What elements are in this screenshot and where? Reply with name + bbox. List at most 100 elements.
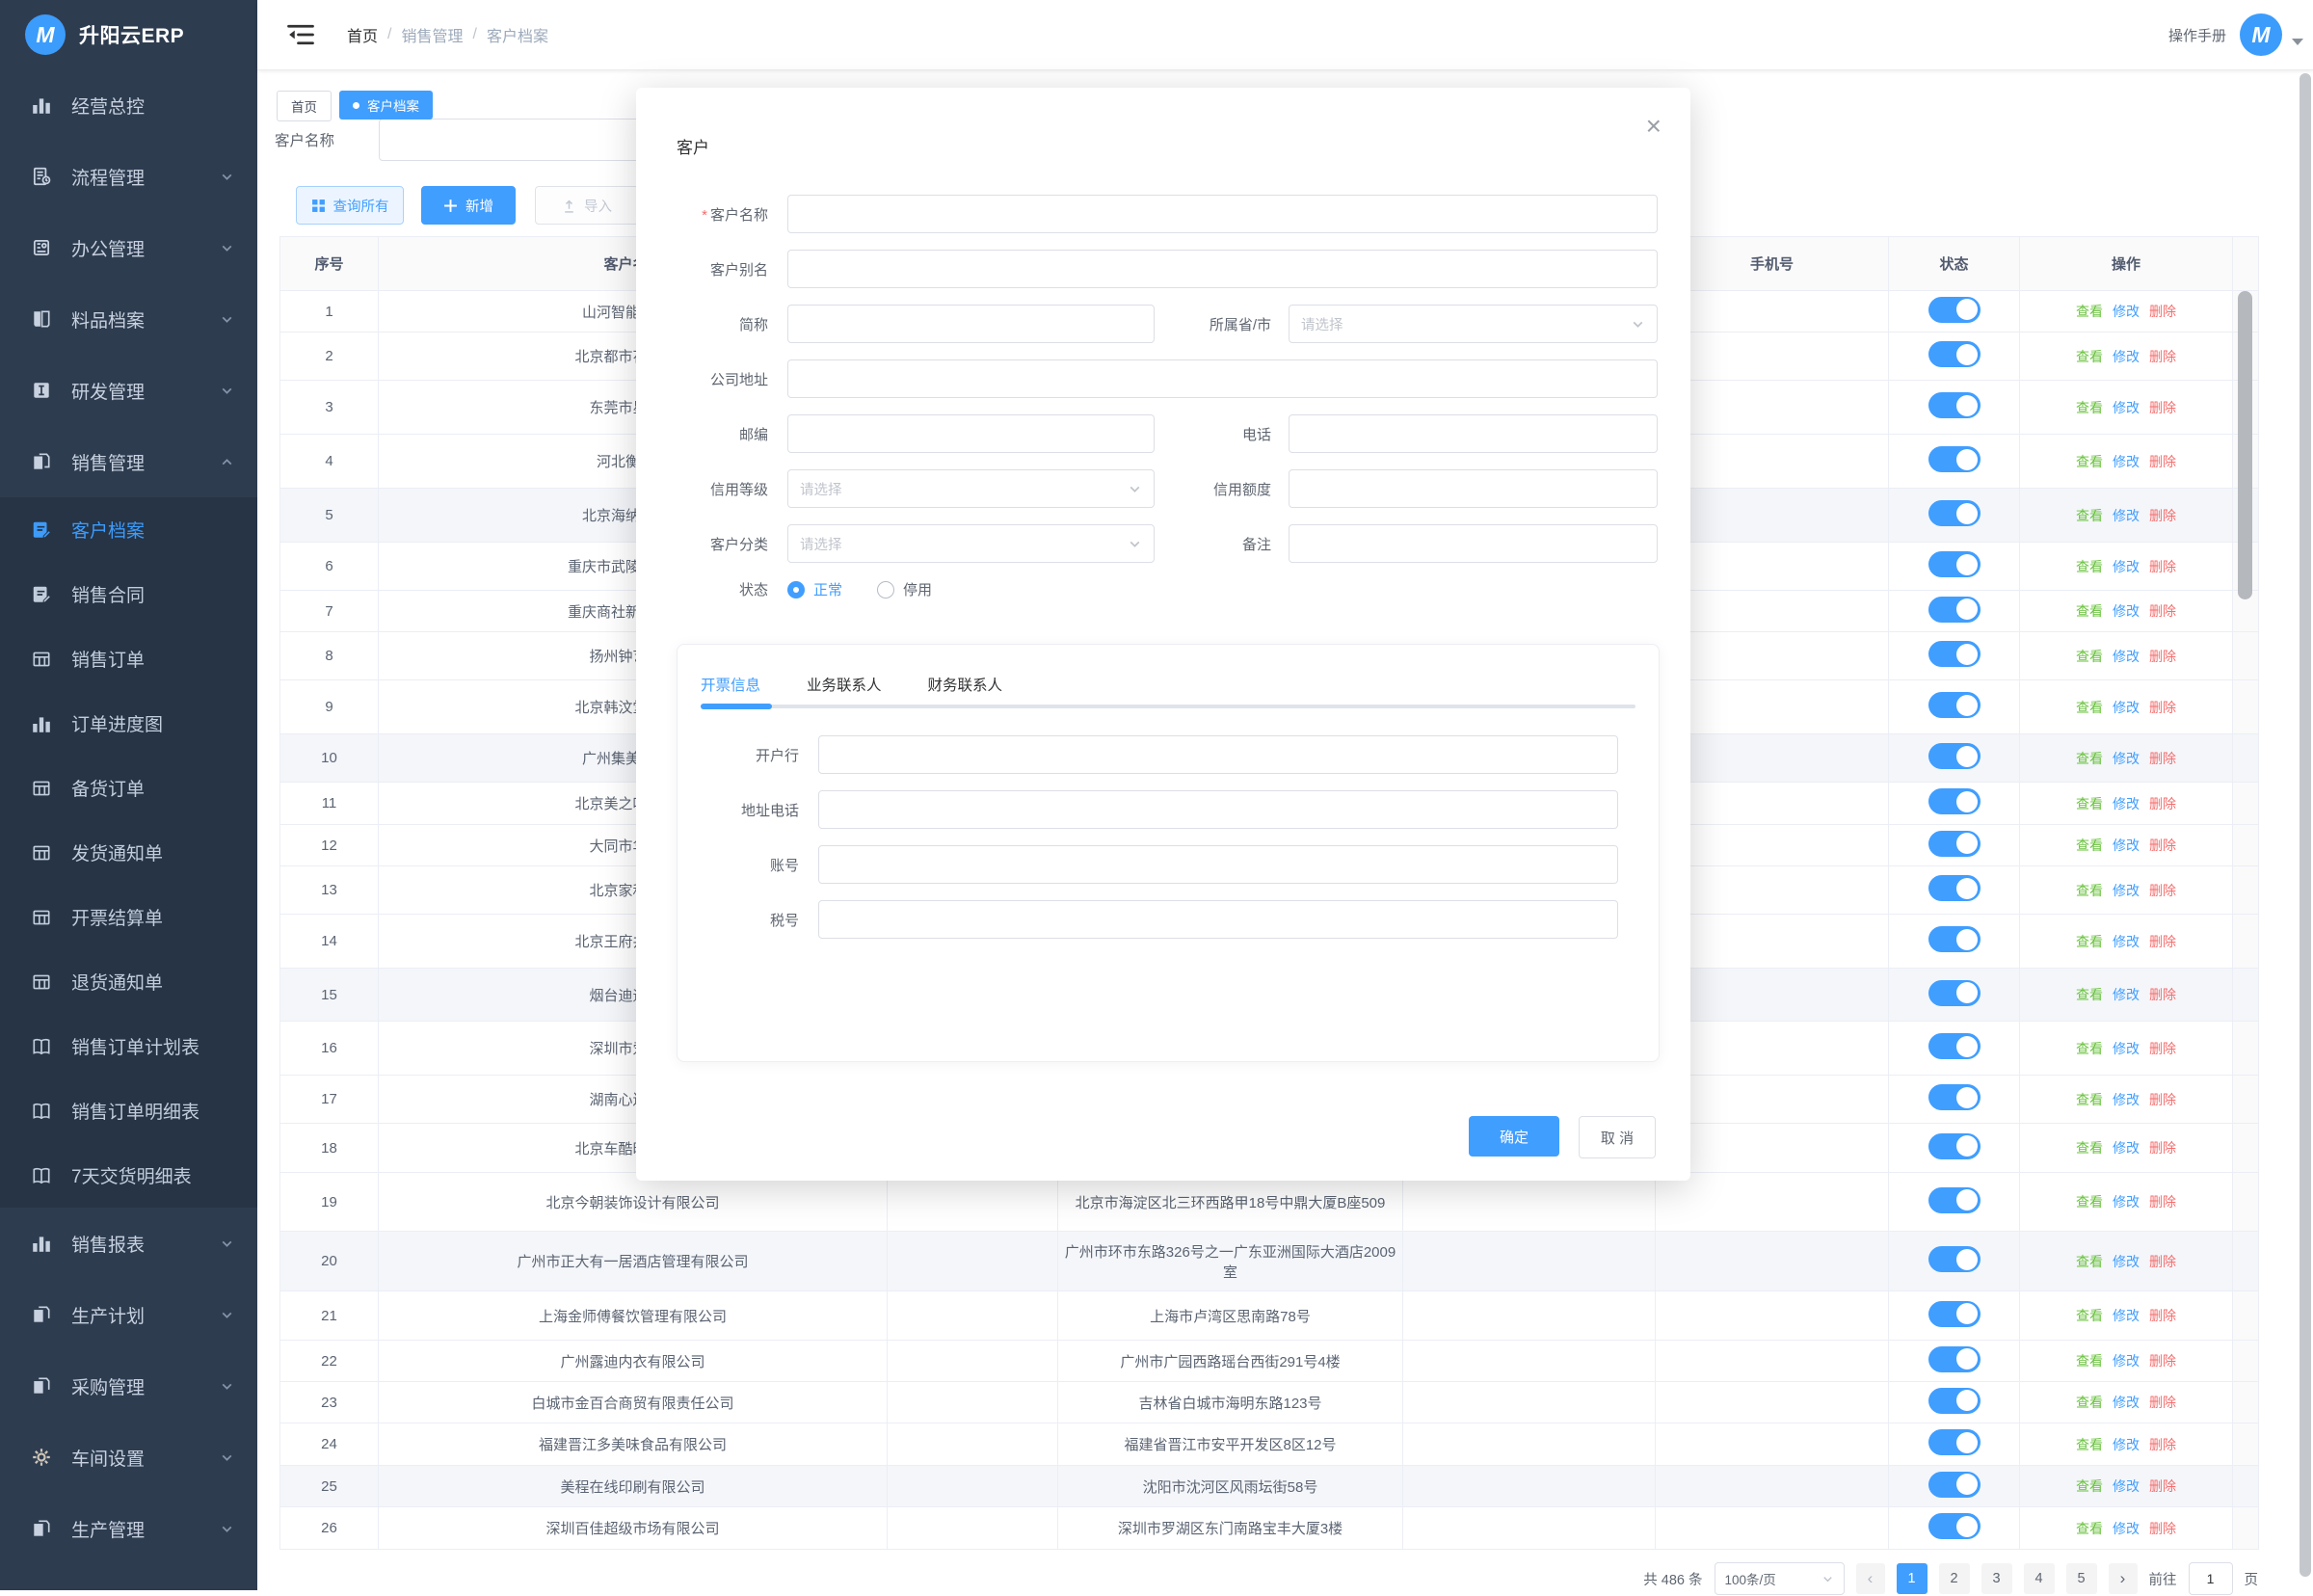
- status-radio-正常[interactable]: 正常: [787, 579, 842, 599]
- invoice-field-3[interactable]: [818, 900, 1618, 939]
- status-toggle[interactable]: [1928, 297, 1981, 323]
- delete-link[interactable]: 删除: [2149, 454, 2176, 469]
- edit-link[interactable]: 修改: [2113, 751, 2140, 766]
- delete-link[interactable]: 删除: [2149, 1254, 2176, 1269]
- view-link[interactable]: 查看: [2076, 700, 2103, 715]
- sidebar-item-销售订单计划表[interactable]: 销售订单计划表: [0, 1014, 257, 1078]
- edit-link[interactable]: 修改: [2113, 1254, 2140, 1269]
- sidebar-item-客户档案[interactable]: 客户档案: [0, 497, 257, 562]
- status-toggle[interactable]: [1928, 1388, 1981, 1414]
- phone-field[interactable]: [1289, 414, 1658, 453]
- page-button-3[interactable]: 3: [1981, 1563, 2012, 1594]
- edit-link[interactable]: 修改: [2113, 1437, 2140, 1452]
- delete-link[interactable]: 删除: [2149, 934, 2176, 949]
- tab-首页[interactable]: 首页: [277, 91, 332, 121]
- sidebar-item-退货通知单[interactable]: 退货通知单: [0, 949, 257, 1014]
- delete-link[interactable]: 删除: [2149, 987, 2176, 1002]
- delete-link[interactable]: 删除: [2149, 1353, 2176, 1369]
- sidebar-item-采购管理[interactable]: 采购管理: [0, 1350, 257, 1422]
- delete-link[interactable]: 删除: [2149, 751, 2176, 766]
- status-toggle[interactable]: [1928, 500, 1981, 526]
- edit-link[interactable]: 修改: [2113, 603, 2140, 619]
- delete-link[interactable]: 删除: [2149, 559, 2176, 574]
- sidebar-item-销售报表[interactable]: 销售报表: [0, 1208, 257, 1279]
- view-link[interactable]: 查看: [2076, 603, 2103, 619]
- view-link[interactable]: 查看: [2076, 1041, 2103, 1056]
- zip-field[interactable]: [787, 414, 1155, 453]
- status-toggle[interactable]: [1928, 641, 1981, 667]
- customer-class-select[interactable]: 请选择: [787, 524, 1155, 563]
- status-toggle[interactable]: [1928, 788, 1981, 814]
- view-link[interactable]: 查看: [2076, 1140, 2103, 1156]
- dialog-tab-开票信息[interactable]: 开票信息: [701, 674, 760, 695]
- view-link[interactable]: 查看: [2076, 559, 2103, 574]
- status-toggle[interactable]: [1928, 1513, 1981, 1539]
- view-link[interactable]: 查看: [2076, 304, 2103, 319]
- edit-link[interactable]: 修改: [2113, 934, 2140, 949]
- delete-link[interactable]: 删除: [2149, 304, 2176, 319]
- sidebar-item-备货订单[interactable]: 备货订单: [0, 756, 257, 820]
- edit-link[interactable]: 修改: [2113, 1353, 2140, 1369]
- delete-link[interactable]: 删除: [2149, 838, 2176, 853]
- sidebar-item-销售订单明细表[interactable]: 销售订单明细表: [0, 1078, 257, 1143]
- view-link[interactable]: 查看: [2076, 1353, 2103, 1369]
- edit-link[interactable]: 修改: [2113, 400, 2140, 415]
- view-link[interactable]: 查看: [2076, 400, 2103, 415]
- customer-name-field[interactable]: [787, 195, 1658, 233]
- edit-link[interactable]: 修改: [2113, 454, 2140, 469]
- view-link[interactable]: 查看: [2076, 1437, 2103, 1452]
- edit-link[interactable]: 修改: [2113, 883, 2140, 898]
- edit-link[interactable]: 修改: [2113, 304, 2140, 319]
- delete-link[interactable]: 删除: [2149, 1395, 2176, 1410]
- status-toggle[interactable]: [1928, 1472, 1981, 1498]
- status-toggle[interactable]: [1928, 692, 1981, 718]
- edit-link[interactable]: 修改: [2113, 559, 2140, 574]
- edit-link[interactable]: 修改: [2113, 796, 2140, 811]
- edit-link[interactable]: 修改: [2113, 1308, 2140, 1323]
- status-toggle[interactable]: [1928, 831, 1981, 857]
- dialog-tab-财务联系人[interactable]: 财务联系人: [928, 674, 1003, 695]
- delete-link[interactable]: 删除: [2149, 1092, 2176, 1107]
- manual-link[interactable]: 操作手册: [2168, 0, 2226, 69]
- status-toggle[interactable]: [1928, 1346, 1981, 1372]
- page-button-5[interactable]: 5: [2066, 1563, 2097, 1594]
- query-all-button[interactable]: 查询所有: [296, 186, 404, 225]
- page-button-4[interactable]: 4: [2024, 1563, 2055, 1594]
- credit-quota-field[interactable]: [1289, 469, 1658, 508]
- company-address-field[interactable]: [787, 359, 1658, 398]
- prev-page-button[interactable]: ‹: [1856, 1563, 1885, 1594]
- short-name-field[interactable]: [787, 305, 1155, 343]
- breadcrumb-item[interactable]: 销售管理: [401, 23, 463, 46]
- import-button[interactable]: 导入: [535, 186, 639, 225]
- avatar[interactable]: M: [2240, 13, 2282, 56]
- delete-link[interactable]: 删除: [2149, 1437, 2176, 1452]
- edit-link[interactable]: 修改: [2113, 508, 2140, 523]
- delete-link[interactable]: 删除: [2149, 1521, 2176, 1536]
- status-toggle[interactable]: [1928, 926, 1981, 952]
- breadcrumb-item[interactable]: 首页: [347, 23, 378, 46]
- view-link[interactable]: 查看: [2076, 1478, 2103, 1494]
- status-toggle[interactable]: [1928, 743, 1981, 769]
- edit-link[interactable]: 修改: [2113, 1140, 2140, 1156]
- status-toggle[interactable]: [1928, 1246, 1981, 1272]
- edit-link[interactable]: 修改: [2113, 1041, 2140, 1056]
- sidebar-item-生产管理[interactable]: 生产管理: [0, 1493, 257, 1564]
- delete-link[interactable]: 删除: [2149, 649, 2176, 664]
- remark-field[interactable]: [1289, 524, 1658, 563]
- delete-link[interactable]: 删除: [2149, 1140, 2176, 1156]
- invoice-field-0[interactable]: [818, 735, 1618, 774]
- edit-link[interactable]: 修改: [2113, 838, 2140, 853]
- sidebar-item-销售订单[interactable]: 销售订单: [0, 626, 257, 691]
- status-radio-停用[interactable]: 停用: [877, 579, 932, 599]
- view-link[interactable]: 查看: [2076, 1254, 2103, 1269]
- cancel-button[interactable]: 取 消: [1579, 1116, 1656, 1158]
- confirm-button[interactable]: 确定: [1469, 1116, 1559, 1157]
- edit-link[interactable]: 修改: [2113, 1092, 2140, 1107]
- delete-link[interactable]: 删除: [2149, 1478, 2176, 1494]
- view-link[interactable]: 查看: [2076, 454, 2103, 469]
- sidebar-item-开票结算单[interactable]: 开票结算单: [0, 885, 257, 949]
- delete-link[interactable]: 删除: [2149, 1308, 2176, 1323]
- next-page-button[interactable]: ›: [2109, 1563, 2138, 1594]
- delete-link[interactable]: 删除: [2149, 603, 2176, 619]
- edit-link[interactable]: 修改: [2113, 1395, 2140, 1410]
